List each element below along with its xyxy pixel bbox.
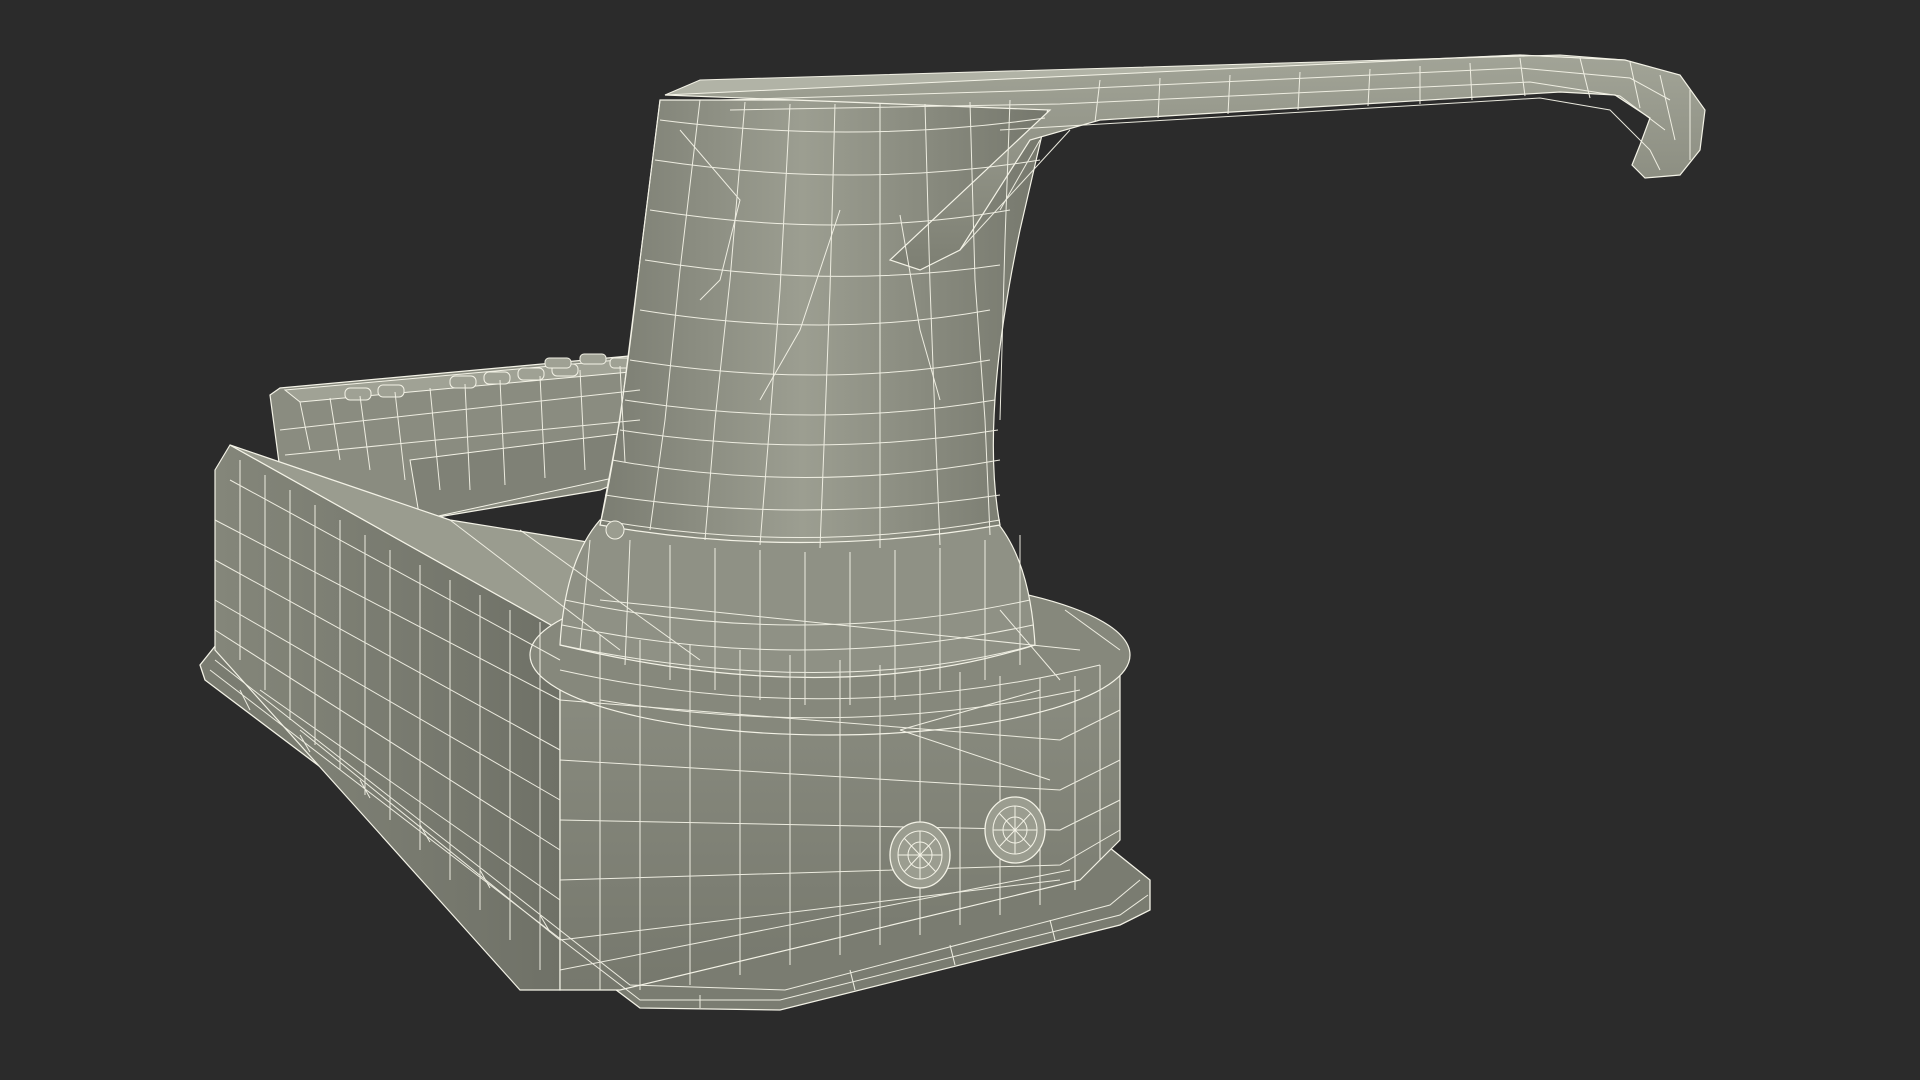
screw-right (984, 796, 1046, 864)
handle-stem (599, 99, 1051, 544)
stem-screw (605, 520, 625, 540)
render-viewport (0, 0, 1920, 1080)
wireframe-render (199, 54, 1706, 1011)
screw-left (889, 821, 951, 889)
